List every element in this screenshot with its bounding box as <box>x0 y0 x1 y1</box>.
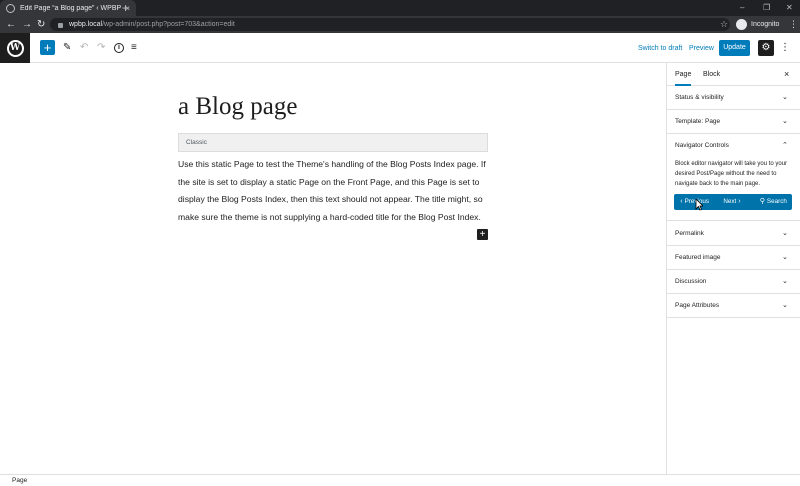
chevron-down-icon: ⌄ <box>782 302 788 309</box>
panel-title: Page Attributes <box>675 302 720 309</box>
wordpress-logo-icon: W <box>6 39 24 57</box>
search-label: Search <box>766 198 787 205</box>
chevron-down-icon: ⌄ <box>782 254 788 261</box>
next-label: Next <box>723 198 737 205</box>
search-icon: ⚲ <box>759 198 765 205</box>
url-path: /wp-admin/post.php?post=703&action=edit <box>102 21 235 28</box>
panel-page-attributes[interactable]: Page Attributes ⌄ <box>667 294 800 318</box>
sidebar-tabs: Page Block × <box>667 63 800 86</box>
address-bar[interactable]: wpbp.local/wp-admin/post.php?post=703&ac… <box>50 18 730 31</box>
chevron-down-icon: ⌄ <box>782 94 788 101</box>
next-button[interactable]: Next › <box>713 194 752 210</box>
panel-title: Discussion <box>675 278 707 285</box>
inline-add-block-button[interactable]: + <box>477 229 488 240</box>
info-icon[interactable]: i <box>114 43 124 53</box>
editor-header: W + ✎ ↶ ↷ i ≡ Switch to draft Preview Up… <box>0 33 800 63</box>
window-minimize-button[interactable]: – <box>740 1 744 15</box>
incognito-profile[interactable]: Incognito <box>736 19 779 30</box>
browser-menu-icon[interactable]: ⋮ <box>789 17 798 32</box>
more-options-icon[interactable]: ⋮ <box>780 41 790 55</box>
settings-sidebar: Page Block × Status & visibility ⌄ Templ… <box>666 63 800 474</box>
edit-pencil-icon[interactable]: ✎ <box>63 41 71 55</box>
browser-tab[interactable]: Edit Page “a Blog page” ‹ WPBP × <box>0 0 136 16</box>
browser-toolbar: ← → ↻ wpbp.local/wp-admin/post.php?post=… <box>0 16 800 33</box>
block-inserter-button[interactable]: + <box>40 40 55 55</box>
back-arrow-icon[interactable]: ← <box>6 17 16 32</box>
update-button[interactable]: Update <box>719 40 750 56</box>
navigator-description: Block editor navigator will take you to … <box>675 161 788 187</box>
chevron-up-icon[interactable]: ⌃ <box>782 134 788 158</box>
window-maximize-button[interactable]: ❐ <box>763 1 770 15</box>
post-title[interactable]: a Blog page <box>178 93 297 121</box>
chevron-left-icon: ‹ <box>680 198 683 205</box>
chevron-down-icon: ⌄ <box>782 230 788 237</box>
previous-button[interactable]: ‹Previous <box>674 194 713 210</box>
incognito-label: Incognito <box>751 21 780 28</box>
undo-icon[interactable]: ↶ <box>80 41 88 55</box>
panel-template[interactable]: Template: Page ⌄ <box>667 110 800 134</box>
chevron-down-icon: ⌄ <box>782 278 788 285</box>
wordpress-favicon-icon <box>6 3 15 13</box>
lock-icon <box>58 23 63 28</box>
forward-arrow-icon[interactable]: → <box>22 17 32 32</box>
chevron-down-icon: ⌄ <box>782 118 788 125</box>
chevron-right-icon: › <box>738 198 741 205</box>
block-breadcrumb[interactable]: Page <box>12 475 27 486</box>
browser-tab-title: Edit Page “a Blog page” ‹ WPBP <box>20 4 122 12</box>
tab-block[interactable]: Block <box>703 63 720 86</box>
list-view-icon[interactable]: ≡ <box>131 41 137 55</box>
navigator-button-group: ‹Previous Next› ⚲Search <box>674 194 792 210</box>
mouse-pointer-icon <box>695 199 703 211</box>
incognito-icon <box>736 19 747 30</box>
panel-permalink[interactable]: Permalink ⌄ <box>667 222 800 246</box>
editor-canvas: a Blog page Classic Use this static Page… <box>0 63 666 474</box>
close-sidebar-icon[interactable]: × <box>784 63 789 86</box>
new-tab-button[interactable]: + <box>122 1 129 15</box>
search-button[interactable]: ⚲ Search <box>753 194 792 210</box>
settings-gear-icon[interactable]: ⚙ <box>758 40 774 56</box>
panel-status-visibility[interactable]: Status & visibility ⌄ <box>667 86 800 110</box>
url-host: wpbp.local <box>69 21 103 28</box>
panel-title: Template: Page <box>675 118 721 125</box>
preview-button[interactable]: Preview <box>689 44 714 53</box>
wordpress-logo-button[interactable]: W <box>0 33 30 63</box>
switch-to-draft-button[interactable]: Switch to draft <box>638 44 682 53</box>
bookmark-star-icon[interactable]: ☆ <box>720 17 728 32</box>
reload-icon[interactable]: ↻ <box>37 17 45 32</box>
redo-icon[interactable]: ↷ <box>97 41 105 55</box>
editor-footer: Page <box>0 474 800 486</box>
panel-title: Status & visibility <box>675 94 724 101</box>
tab-page[interactable]: Page <box>675 63 692 86</box>
browser-tabstrip: Edit Page “a Blog page” ‹ WPBP × + – ❐ ✕ <box>0 0 800 16</box>
panel-title[interactable]: Navigator Controls <box>675 134 729 158</box>
classic-block-toolbar[interactable]: Classic <box>178 133 488 152</box>
window-close-button[interactable]: ✕ <box>786 1 793 15</box>
panel-discussion[interactable]: Discussion ⌄ <box>667 270 800 294</box>
panel-title: Featured image <box>675 254 721 261</box>
panel-featured-image[interactable]: Featured image ⌄ <box>667 246 800 270</box>
panel-title: Permalink <box>675 230 704 237</box>
classic-block-content[interactable]: Use this static Page to test the Theme's… <box>178 156 488 226</box>
